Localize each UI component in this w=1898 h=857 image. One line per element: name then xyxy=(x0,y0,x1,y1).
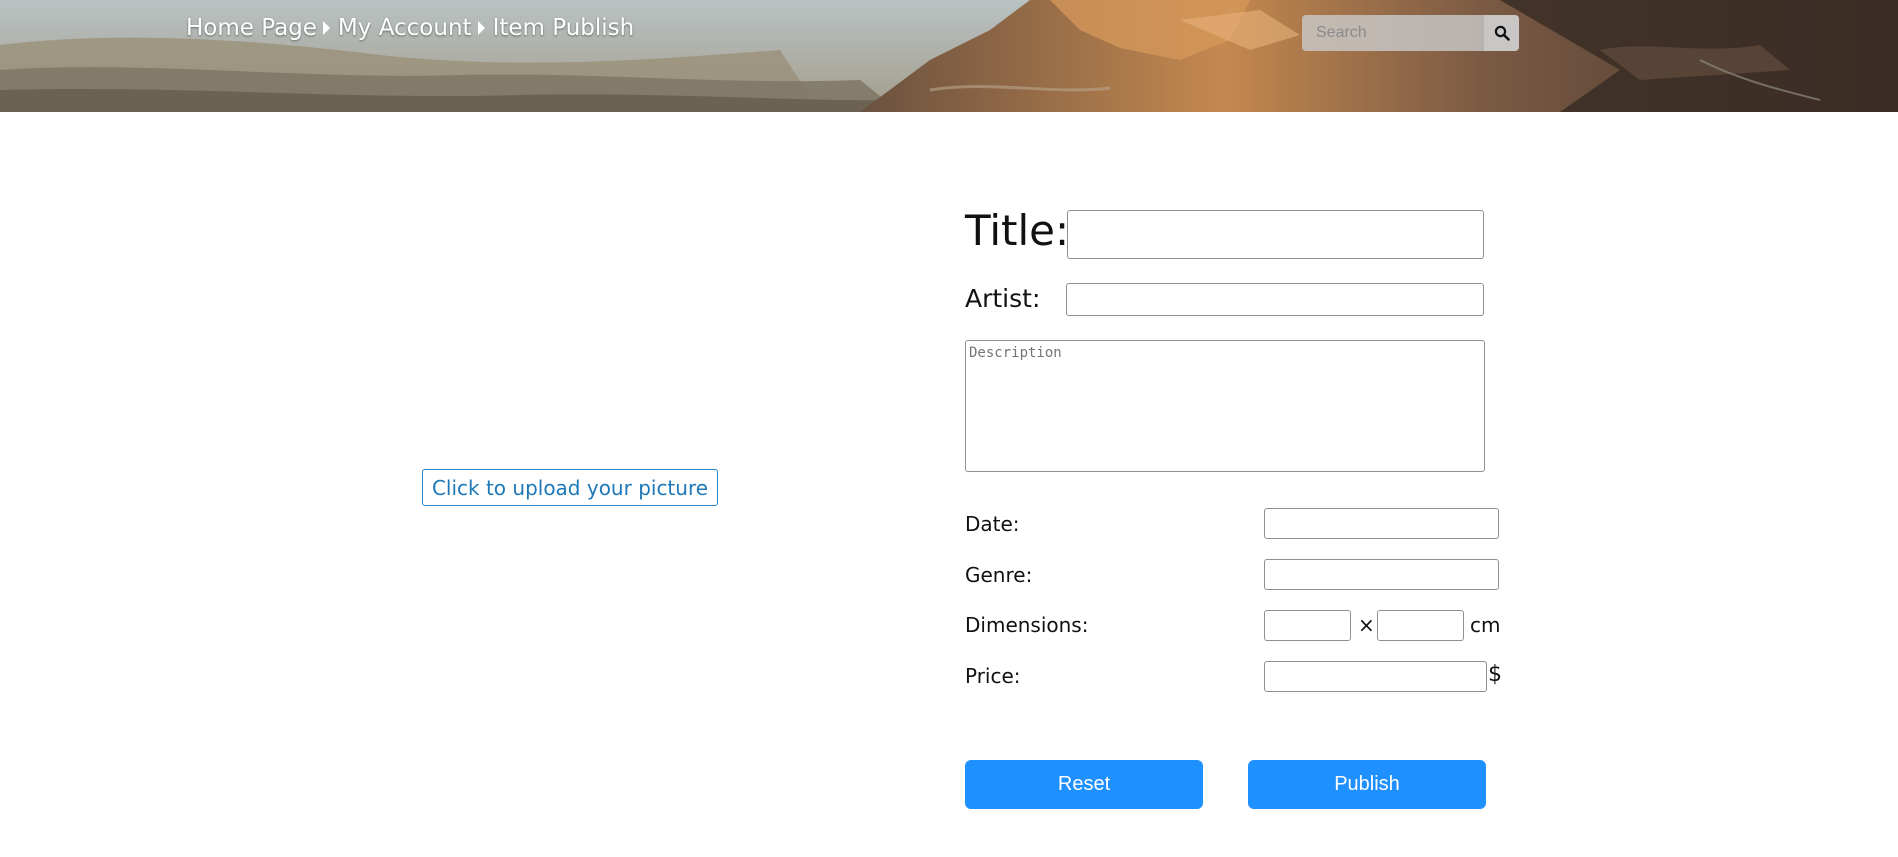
date-input[interactable] xyxy=(1264,508,1499,539)
header-banner: Home Page My Account Item Publish xyxy=(0,0,1898,112)
dimensions-label: Dimensions: xyxy=(965,613,1089,637)
dimensions-times-sign: × xyxy=(1358,613,1375,637)
date-label: Date: xyxy=(965,512,1020,536)
price-label: Price: xyxy=(965,664,1021,688)
breadcrumb-my-account[interactable]: My Account xyxy=(338,15,472,41)
publish-button[interactable]: Publish xyxy=(1248,760,1486,809)
reset-button[interactable]: Reset xyxy=(965,760,1203,809)
breadcrumb: Home Page My Account Item Publish xyxy=(186,15,634,41)
genre-label: Genre: xyxy=(965,563,1033,587)
search-input[interactable] xyxy=(1302,15,1484,51)
dimensions-unit: cm xyxy=(1470,613,1501,637)
search-icon xyxy=(1494,25,1510,41)
description-textarea[interactable] xyxy=(965,340,1485,472)
breadcrumb-home-page[interactable]: Home Page xyxy=(186,15,317,41)
dimension-width-input[interactable] xyxy=(1264,610,1351,641)
title-label: Title: xyxy=(965,206,1070,255)
artist-label: Artist: xyxy=(965,284,1041,313)
price-currency: $ xyxy=(1488,662,1502,687)
search-button[interactable] xyxy=(1484,15,1519,51)
title-input[interactable] xyxy=(1067,210,1484,259)
artist-input[interactable] xyxy=(1066,283,1484,316)
dimension-height-input[interactable] xyxy=(1377,610,1464,641)
breadcrumb-separator-icon xyxy=(322,21,330,35)
genre-input[interactable] xyxy=(1264,559,1499,590)
breadcrumb-separator-icon xyxy=(477,21,485,35)
upload-picture-button[interactable]: Click to upload your picture xyxy=(422,469,718,506)
breadcrumb-item-publish[interactable]: Item Publish xyxy=(493,15,635,41)
search-box xyxy=(1302,15,1519,51)
price-input[interactable] xyxy=(1264,661,1487,692)
